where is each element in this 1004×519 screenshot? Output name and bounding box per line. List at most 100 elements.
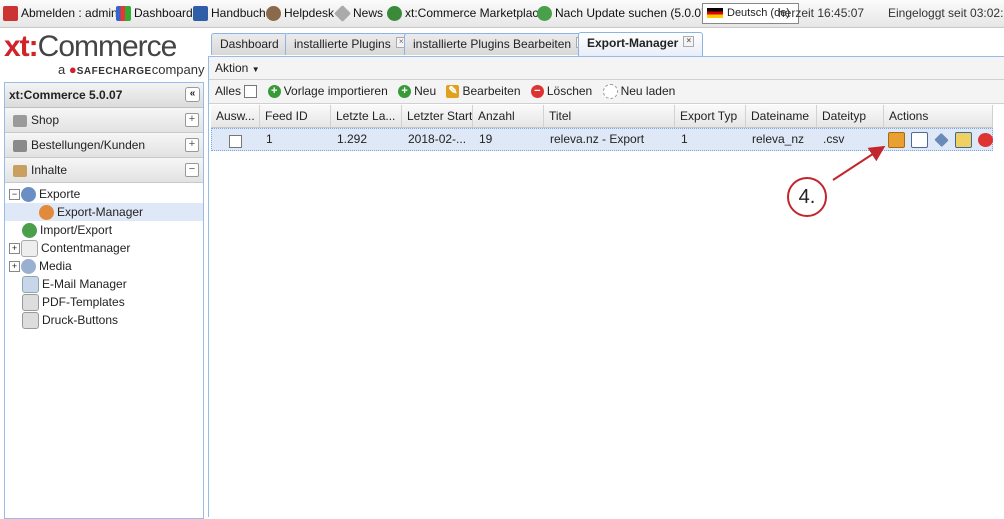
logout-icon — [3, 6, 18, 22]
logo: xt:Commerce a ●SAFECHARGEcompany — [0, 28, 208, 80]
window-icon[interactable] — [911, 131, 928, 148]
step-annotation: 4. — [787, 177, 827, 217]
export-manager-panel: Aktion ▼ Alles + Vorlage importieren + Neu… — [208, 57, 1004, 517]
delete-icon[interactable] — [978, 132, 993, 147]
cell-last-load: 1.292 — [337, 132, 368, 146]
server-time: herzeit 16:45:07 — [778, 6, 865, 20]
action-toolbar: Aktion ▼ — [209, 57, 1004, 80]
book-icon — [193, 6, 208, 22]
collapse-icon[interactable]: − — [185, 163, 199, 177]
tree-item-print-buttons[interactable]: Druck-Buttons — [5, 311, 203, 330]
grid-header: Ausw... Feed ID Letzte La... Letzter Sta… — [211, 105, 993, 128]
update-link[interactable]: Nach Update suchen (5.0.07) — [537, 0, 712, 27]
tree-item-import-export[interactable]: Import/Export — [5, 221, 203, 239]
sidebar: xt:Commerce 5.0.07 « Shop + Bestellungen… — [4, 82, 204, 519]
delete-icon: − — [530, 85, 544, 99]
edit-button[interactable]: ✎ Bearbeiten — [446, 80, 521, 103]
tree-item-pdf-templates[interactable]: PDF-Templates — [5, 293, 203, 312]
logout-link[interactable]: Abmelden : admin — [3, 0, 118, 27]
orders-icon — [13, 139, 27, 152]
col-filetype[interactable]: Dateityp — [817, 105, 884, 127]
col-select[interactable]: Ausw... — [211, 105, 260, 127]
sync-icon — [22, 223, 37, 239]
col-last-start[interactable]: Letzter Start — [402, 105, 473, 127]
wrench-icon[interactable] — [934, 132, 949, 148]
sidebar-section-orders[interactable]: Bestellungen/Kunden + — [5, 133, 203, 158]
edit-icon[interactable] — [955, 131, 972, 148]
collapse-sidebar-button[interactable]: « — [185, 87, 200, 102]
export-grid: Ausw... Feed ID Letzte La... Letzter Sta… — [211, 105, 993, 151]
col-title[interactable]: Titel — [544, 105, 675, 127]
export-manager-icon — [39, 205, 54, 221]
tree-item-media[interactable]: + Media — [5, 257, 203, 275]
helpdesk-link[interactable]: Helpdesk — [266, 0, 334, 27]
globe-icon — [387, 6, 402, 22]
page-icon — [21, 240, 38, 258]
table-row[interactable]: 1 1.292 2018-02-... 19 releva.nz - Expor… — [211, 128, 993, 151]
content-icon — [13, 164, 27, 177]
row-actions — [885, 129, 994, 150]
new-button[interactable]: + Neu — [398, 80, 436, 103]
tab-installed-plugins-edit[interactable]: installierte Plugins Bearbeiten× — [404, 33, 597, 55]
cell-feed-id: 1 — [266, 132, 273, 146]
marketplace-link[interactable]: xt:Commerce Marketplace — [387, 0, 545, 27]
tree-item-contentmanager[interactable]: + Contentmanager — [5, 239, 203, 258]
dashboard-link[interactable]: Dashboard — [116, 0, 193, 27]
cell-last-start: 2018-02-... — [408, 132, 467, 146]
col-count[interactable]: Anzahl — [473, 105, 544, 127]
cell-export-type: 1 — [681, 132, 688, 146]
tag-icon — [334, 5, 351, 23]
tree-collapse-icon[interactable]: − — [9, 189, 20, 201]
tab-dashboard[interactable]: Dashboard — [211, 33, 288, 55]
select-all[interactable]: Alles — [215, 80, 258, 103]
start-export-icon[interactable] — [888, 131, 905, 148]
col-filename[interactable]: Dateiname — [746, 105, 817, 127]
pencil-icon: ✎ — [446, 85, 460, 99]
expand-icon[interactable]: + — [185, 138, 199, 152]
tree-expand-icon[interactable]: + — [9, 243, 20, 255]
select-all-checkbox[interactable] — [244, 85, 258, 99]
add-icon: + — [398, 85, 412, 99]
pdf-icon — [22, 294, 39, 312]
col-feed-id[interactable]: Feed ID — [260, 105, 331, 127]
cell-count: 19 — [479, 132, 493, 146]
add-icon: + — [267, 85, 281, 99]
col-actions: Actions — [884, 105, 993, 127]
tab-export-manager[interactable]: Export-Manager × — [578, 32, 704, 56]
sidebar-section-shop[interactable]: Shop + — [5, 108, 203, 133]
col-last-load[interactable]: Letzte La... — [331, 105, 402, 127]
content-tree: − Exporte Export-Manager Import/Export + C… — [5, 183, 203, 330]
tree-item-email-manager[interactable]: E-Mail Manager — [5, 275, 203, 294]
close-icon[interactable]: × — [683, 36, 695, 47]
news-link[interactable]: News — [334, 0, 383, 27]
chevron-down-icon: ▼ — [251, 65, 260, 74]
grid-toolbar: Alles + Vorlage importieren + Neu ✎ Bearbei… — [209, 80, 1004, 104]
tree-item-export-manager[interactable]: Export-Manager — [5, 203, 203, 221]
reload-button[interactable]: Neu laden — [602, 80, 675, 103]
top-bar: Abmelden : admin Dashboard Handbuch Help… — [0, 0, 1004, 28]
logged-in-since: Eingeloggt seit 03:02: — [888, 6, 1004, 20]
row-checkbox[interactable] — [229, 135, 242, 149]
import-template-button[interactable]: + Vorlage importieren — [267, 80, 388, 103]
cell-filename: releva_nz — [752, 132, 805, 146]
user-icon — [266, 6, 281, 22]
action-menu-button[interactable]: Aktion ▼ — [215, 57, 260, 81]
cart-icon — [13, 114, 27, 127]
tab-installed-plugins[interactable]: installierte Plugins × — [285, 33, 416, 55]
refresh-icon — [537, 6, 552, 22]
reload-icon — [602, 84, 618, 100]
tree-expand-icon[interactable]: + — [9, 261, 20, 273]
chart-icon — [116, 6, 131, 22]
col-export-type[interactable]: Export Typ — [675, 105, 746, 127]
sidebar-section-content[interactable]: Inhalte − — [5, 158, 203, 183]
manual-link[interactable]: Handbuch — [193, 0, 266, 27]
germany-flag-icon — [707, 8, 723, 19]
email-icon — [22, 276, 39, 294]
sidebar-header: xt:Commerce 5.0.07 « — [5, 83, 203, 108]
cell-filetype: .csv — [823, 132, 845, 146]
cell-title: releva.nz - Export — [550, 132, 645, 146]
export-icon — [21, 187, 36, 203]
expand-icon[interactable]: + — [185, 113, 199, 127]
tree-item-exporte[interactable]: − Exporte — [5, 185, 203, 203]
delete-button[interactable]: − Löschen — [530, 80, 592, 103]
